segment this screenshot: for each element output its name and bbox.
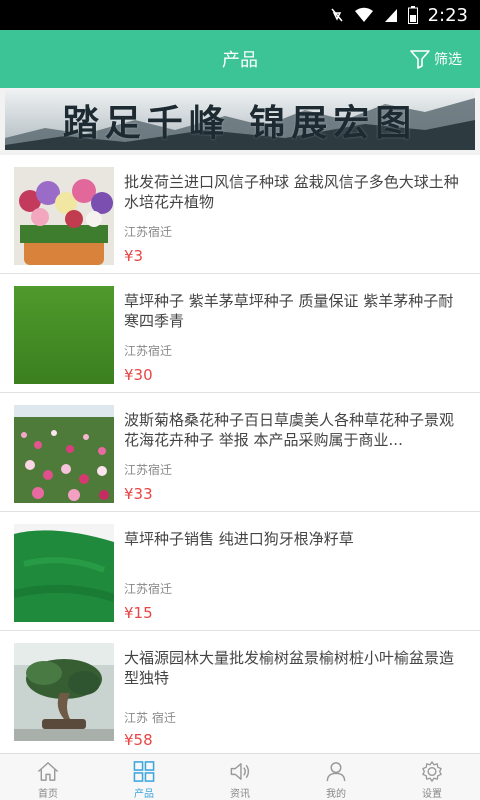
product-name: 批发荷兰进口风信子种球 盆栽风信子多色大球土种水培花卉植物 [124, 173, 459, 211]
nav-item-mine[interactable]: 我的 [288, 754, 384, 800]
product-item[interactable]: 批发荷兰进口风信子种球 盆栽风信子多色大球土种水培花卉植物 江苏宿迁 ¥3 [0, 155, 480, 274]
home-icon [37, 762, 59, 781]
product-item[interactable]: 草坪种子销售 纯进口狗牙根净籽草 江苏宿迁 ¥15 [0, 512, 480, 631]
product-image-seeds [14, 524, 114, 622]
app-header: 产品 筛选 [0, 30, 480, 88]
no-signal-icon [330, 7, 344, 23]
product-location: 江苏宿迁 [124, 463, 173, 477]
product-price: ¥58 [124, 731, 153, 749]
product-name: 草坪种子 紫羊茅草坪种子 质量保证 紫羊茅种子耐寒四季青 [124, 292, 454, 330]
product-price: ¥3 [124, 247, 144, 265]
product-item[interactable]: 波斯菊格桑花种子百日草虞美人各种草花种子景观花海花卉种子 举报 本产品采购属于商… [0, 393, 480, 512]
battery-icon [407, 6, 418, 24]
product-price: ¥15 [124, 604, 153, 622]
nav-item-news[interactable]: 资讯 [192, 754, 288, 800]
speaker-icon [230, 763, 250, 780]
product-price: ¥33 [124, 485, 153, 503]
nav-label-mine: 我的 [326, 789, 346, 800]
filter-button[interactable]: 筛选 [410, 30, 462, 88]
product-location: 江苏 宿迁 [124, 711, 176, 725]
product-location: 江苏宿迁 [124, 344, 173, 358]
wifi-icon [354, 7, 374, 23]
banner-text: 踏足千峰 锦展宏图 [62, 102, 418, 144]
status-bar: 2:23 [0, 0, 480, 30]
product-item[interactable]: 草坪种子 紫羊茅草坪种子 质量保证 紫羊茅种子耐寒四季青 江苏宿迁 ¥30 [0, 274, 480, 393]
page-title: 产品 [222, 50, 258, 71]
product-location: 江苏宿迁 [124, 225, 173, 239]
product-price: ¥30 [124, 366, 153, 384]
nav-label-news: 资讯 [230, 789, 250, 800]
gear-icon [422, 761, 442, 782]
product-item[interactable]: 大福源园林大量批发榆树盆景榆树桩小叶榆盆景造型独特 江苏 宿迁 ¥58 [0, 631, 480, 755]
nav-item-settings[interactable]: 设置 [384, 754, 480, 800]
product-location: 江苏宿迁 [124, 582, 173, 596]
product-image-hyacinth [14, 167, 114, 265]
filter-icon [410, 50, 430, 69]
filter-label: 筛选 [434, 52, 462, 68]
product-name: 大福源园林大量批发榆树盆景榆树桩小叶榆盆景造型独特 [124, 649, 455, 687]
grid-icon [133, 761, 155, 782]
product-image-cosmos-field [14, 405, 114, 503]
bottom-nav: 首页 产品 资讯 我的 设置 [0, 753, 480, 800]
product-name: 波斯菊格桑花种子百日草虞美人各种草花种子景观花海花卉种子 举报 本产品采购属于商… [124, 411, 455, 449]
nav-label-settings: 设置 [422, 789, 442, 800]
product-list: 批发荷兰进口风信子种球 盆栽风信子多色大球土种水培花卉植物 江苏宿迁 ¥3 草坪… [0, 155, 480, 755]
banner[interactable]: 踏足千峰 锦展宏图 [5, 90, 475, 150]
product-image-bonsai [14, 643, 114, 741]
product-image-lawn [14, 286, 114, 384]
nav-item-products[interactable]: 产品 [96, 754, 192, 800]
signal-icon [384, 7, 398, 23]
nav-label-home: 首页 [38, 789, 58, 800]
nav-label-products: 产品 [134, 789, 154, 800]
nav-item-home[interactable]: 首页 [0, 754, 96, 800]
user-icon [326, 762, 346, 782]
status-time: 2:23 [427, 4, 468, 26]
product-name: 草坪种子销售 纯进口狗牙根净籽草 [124, 530, 354, 548]
